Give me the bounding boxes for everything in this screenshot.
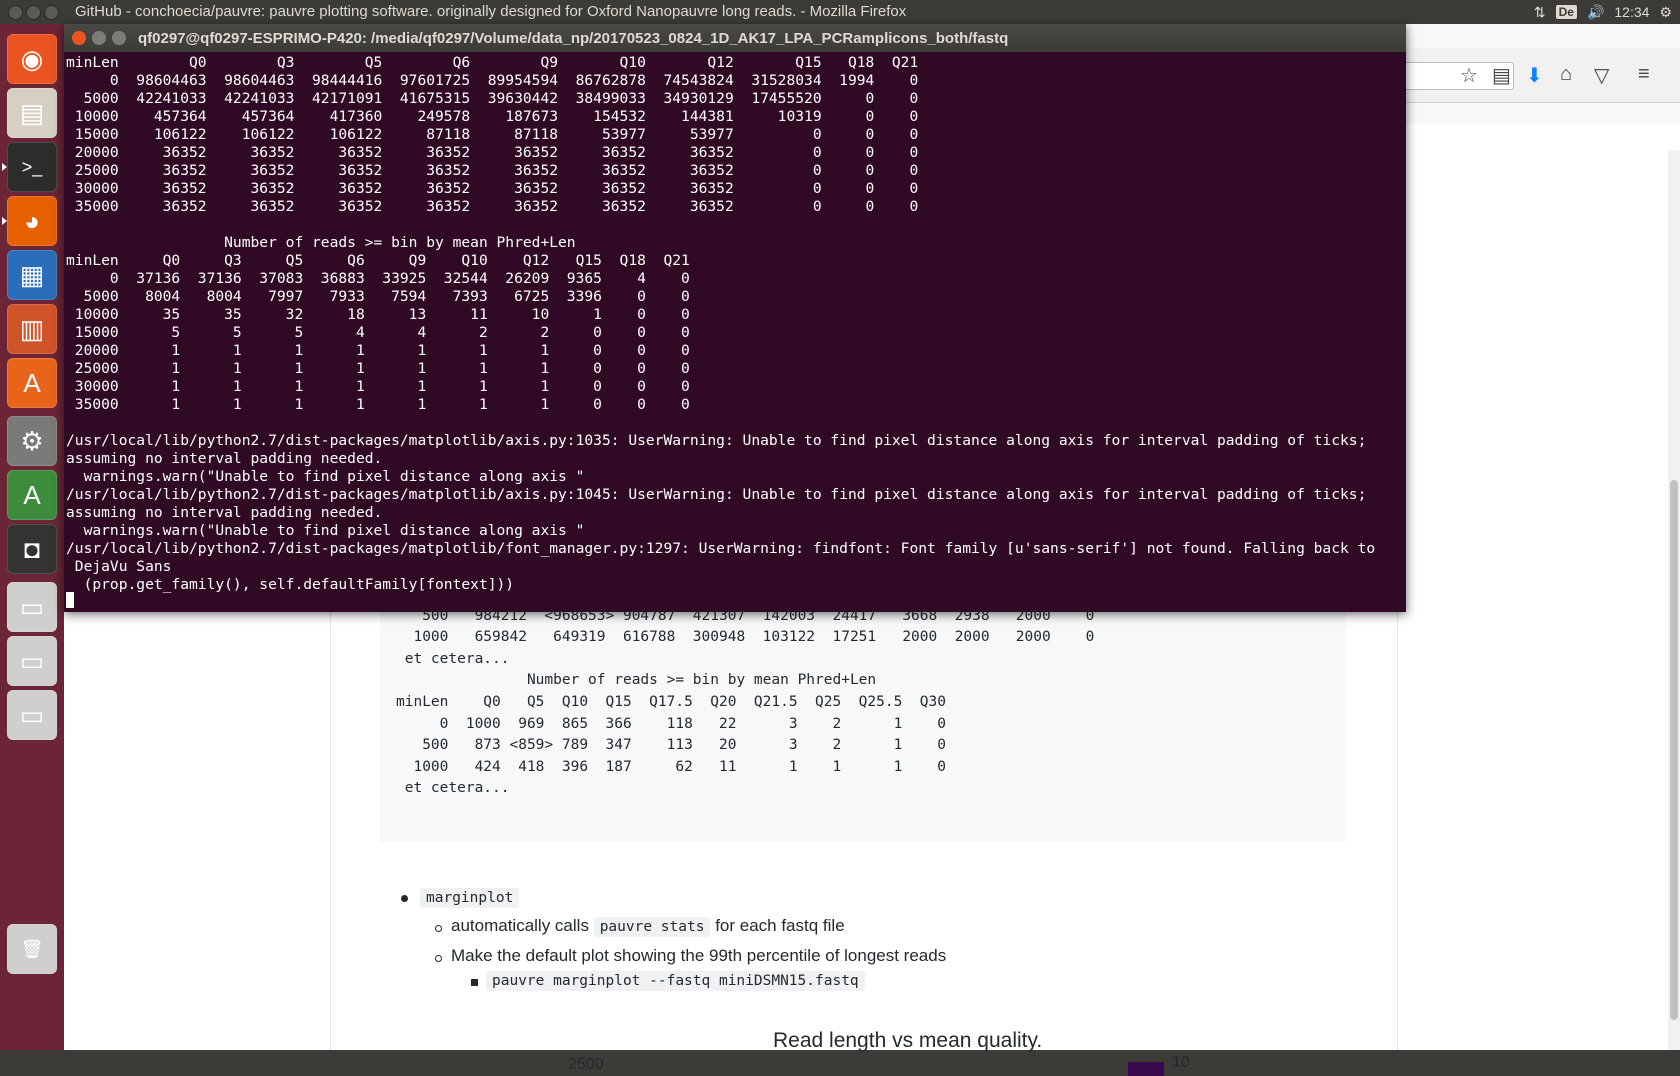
active-window-title: GitHub - conchoecia/pauvre: pauvre plott…: [75, 3, 907, 20]
firefox-icon-glyph: ◕: [24, 205, 40, 236]
sub-sub-bullet-square: [471, 979, 478, 986]
terminal-icon-glyph: >_: [21, 156, 43, 177]
close-window-button[interactable]: [8, 5, 23, 20]
top-panel: GitHub - conchoecia/pauvre: pauvre plott…: [0, 0, 1680, 24]
terminal-output: minLen Q0 Q3 Q5 Q6 Q9 Q10 Q12 Q15 Q18 Q2…: [66, 54, 1376, 593]
writer-icon-glyph: ▦: [19, 259, 45, 290]
disk-drive-icon-2[interactable]: ▭: [7, 636, 57, 686]
bullet-marginplot: marginplot: [420, 887, 520, 908]
ubuntu-dash-icon[interactable]: ◉: [7, 34, 57, 84]
figure-y-tick: 2500: [568, 1056, 604, 1073]
updater-icon[interactable]: A: [7, 470, 57, 520]
figure-title: Read length vs mean quality.: [773, 1029, 1043, 1052]
usb-drive-icon-glyph: ◘: [24, 533, 40, 564]
hamburger-menu-icon[interactable]: ≡: [1638, 63, 1650, 86]
network-icon[interactable]: ⇅: [1534, 4, 1546, 21]
figure-colorbar-tick: 10: [1172, 1054, 1190, 1071]
sub-bullet-circle: [435, 925, 442, 932]
trash-icon-glyph: 🗑: [20, 938, 44, 959]
bullet-dot: [401, 895, 408, 902]
terminal-close-button[interactable]: [72, 31, 86, 45]
page-scrollbar[interactable]: [1668, 150, 1680, 1050]
scrollbar-thumb[interactable]: [1670, 480, 1678, 1020]
minimize-window-button[interactable]: [26, 5, 41, 20]
downloads-icon[interactable]: ⬇: [1526, 63, 1543, 88]
clock[interactable]: 12:34: [1614, 4, 1649, 20]
keyboard-layout-indicator[interactable]: De: [1555, 5, 1577, 19]
disk-drive-icon[interactable]: ▭: [7, 582, 57, 632]
pocket-icon[interactable]: ▽: [1594, 63, 1609, 88]
running-indicator: [2, 217, 7, 225]
terminal-titlebar[interactable]: qf0297@qf0297-ESPRIMO-P420: /media/qf029…: [64, 24, 1406, 52]
files-icon-glyph: ▤: [19, 97, 45, 128]
bookmark-star-icon[interactable]: ☆: [1460, 63, 1478, 88]
maximize-window-button[interactable]: [44, 5, 59, 20]
terminal-window[interactable]: qf0297@qf0297-ESPRIMO-P420: /media/qf029…: [64, 24, 1406, 612]
writer-icon[interactable]: ▦: [7, 250, 57, 300]
sub-bullet-default-plot: Make the default plot showing the 99th p…: [451, 946, 947, 965]
disk-drive-icon-2-glyph: ▭: [19, 645, 45, 676]
terminal-maximize-button[interactable]: [112, 31, 126, 45]
power-gear-icon[interactable]: ⚙: [1659, 4, 1672, 21]
sub-sub-bullet-command: pauvre marginplot --fastq miniDSMN15.fas…: [486, 970, 865, 991]
unity-launcher: ◉ ▤ >_ ◕ ▦ ▥ A ⚙ A ◘ ▭ ▭ ▭ 🗑: [0, 24, 64, 1050]
settings-icon[interactable]: ⚙: [7, 416, 57, 466]
sub-bullet-circle-2: [435, 955, 442, 962]
disk-drive-icon-3[interactable]: ▭: [7, 690, 57, 740]
home-icon[interactable]: ⌂: [1560, 63, 1572, 86]
firefox-icon[interactable]: ◕: [2, 196, 57, 246]
usb-drive-icon[interactable]: ◘: [7, 524, 57, 574]
volume-icon[interactable]: 🔊: [1587, 4, 1604, 21]
terminal-minimize-button[interactable]: [92, 31, 106, 45]
impress-icon-glyph: ▥: [19, 313, 45, 344]
code-block-text: 0 1029114 1010681 935366 429279 143948 2…: [396, 586, 1095, 797]
files-icon[interactable]: ▤: [7, 88, 57, 138]
ubuntu-dash-icon-glyph: ◉: [20, 43, 44, 74]
terminal-title: qf0297@qf0297-ESPRIMO-P420: /media/qf029…: [138, 30, 1009, 47]
sub-bullet-stats: automatically calls pauvre stats for eac…: [451, 916, 845, 937]
impress-icon[interactable]: ▥: [7, 304, 57, 354]
settings-icon-glyph: ⚙: [20, 425, 44, 456]
figure-colorbar: [1128, 1062, 1164, 1076]
trash-icon[interactable]: 🗑: [7, 924, 57, 974]
software-center-icon[interactable]: A: [7, 358, 57, 408]
terminal-cursor: [66, 592, 74, 608]
disk-drive-icon-glyph: ▭: [19, 591, 45, 622]
terminal-icon[interactable]: >_: [2, 142, 57, 192]
running-indicator: [2, 163, 7, 171]
reading-list-icon[interactable]: ▤: [1492, 63, 1511, 88]
system-tray: ⇅ De 🔊 12:34 ⚙: [1534, 0, 1672, 24]
disk-drive-icon-3-glyph: ▭: [19, 699, 45, 730]
updater-icon-glyph: A: [23, 479, 41, 510]
software-center-icon-glyph: A: [23, 367, 41, 398]
